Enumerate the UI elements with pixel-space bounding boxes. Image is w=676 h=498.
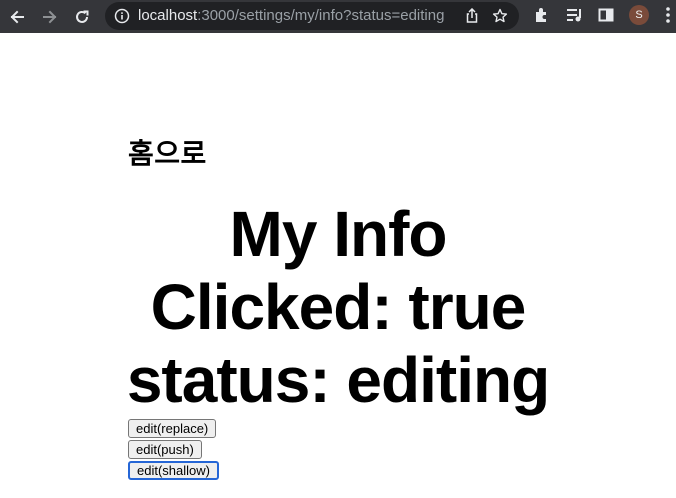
edit-push-button[interactable]: edit(push) [128,440,202,459]
extensions-puzzle-icon[interactable] [533,6,551,29]
bookmark-star-icon[interactable] [492,8,508,29]
url-host: localhost [138,8,198,24]
site-info-icon[interactable] [114,8,130,29]
side-panel-icon[interactable] [597,6,615,29]
back-icon[interactable] [6,6,28,28]
profile-avatar[interactable]: S [629,5,649,25]
edit-button-group: edit(replace) edit(push) edit(shallow) [128,419,219,482]
menu-kebab-icon[interactable] [664,6,672,29]
edit-replace-button[interactable]: edit(replace) [128,419,217,438]
page-title: My Info [229,198,448,270]
url-path: :3000/settings/my/info?status=editing [197,8,445,24]
home-link[interactable]: 홈으로 [128,137,207,171]
forward-icon[interactable] [39,6,61,28]
clicked-status: Clicked: true [150,271,527,343]
edit-shallow-button[interactable]: edit(shallow) [128,461,219,480]
url-text: localhost:3000/settings/my/info?status=e… [138,8,458,24]
reload-icon[interactable] [71,6,93,28]
status-text: status: editing [126,344,550,416]
page-heading: My Info Clicked: true status: editing [118,198,558,417]
share-icon[interactable] [464,7,480,29]
browser-toolbar: localhost:3000/settings/my/info?status=e… [0,0,676,33]
page-content: 홈으로 My Info Clicked: true status: editin… [0,33,676,498]
media-queue-icon[interactable] [565,6,583,29]
address-bar[interactable]: localhost:3000/settings/my/info?status=e… [105,2,519,30]
